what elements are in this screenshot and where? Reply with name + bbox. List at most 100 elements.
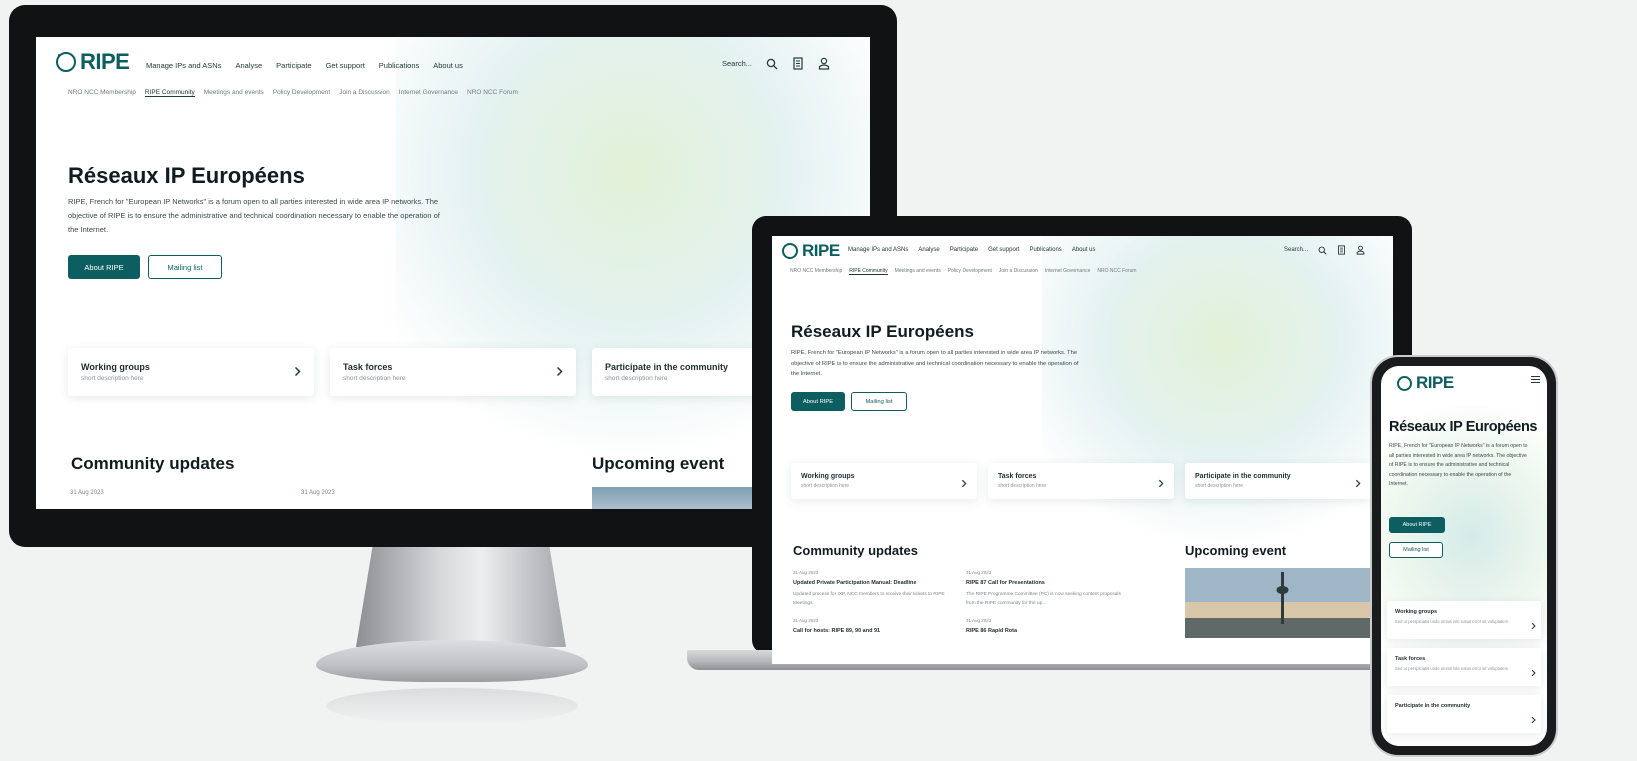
ripe-logo-mark-icon	[1397, 375, 1412, 391]
mailing-list-button[interactable]: Mailing list	[1389, 542, 1443, 558]
sub-nav: NRO NCC Membership RIPE Community Meetin…	[68, 89, 518, 97]
ripe-logo-text: RIPE	[802, 241, 840, 260]
subnav-item-community[interactable]: RIPE Community	[849, 268, 888, 275]
chevron-right-icon	[961, 475, 967, 493]
sub-nav: NRO NCC Membership RIPE Community Meetin…	[790, 268, 1137, 275]
nav-item-analyse[interactable]: Analyse	[235, 61, 262, 70]
about-ripe-button[interactable]: About RIPE	[68, 255, 140, 279]
monitor-stand	[356, 545, 566, 647]
card-task-forces[interactable]: Task forces short description here	[988, 463, 1174, 499]
card-subtitle: short description here	[801, 483, 850, 489]
nav-item-publications[interactable]: Publications	[1029, 247, 1061, 253]
subnav-item-forum[interactable]: NRO NCC Forum	[467, 89, 518, 97]
ripe-logo-mark-icon	[56, 52, 76, 72]
news-date: 31 Aug 2023	[793, 618, 819, 623]
community-updates-title: Community updates	[71, 454, 235, 473]
ripe-logo[interactable]: RIPE	[782, 241, 840, 261]
news-title[interactable]: RIPE 87 Call for Presentations	[966, 580, 1045, 586]
ripe-logo-text: RIPE	[1416, 373, 1454, 392]
list-icon[interactable]	[1337, 245, 1346, 255]
utility-bar: Search...	[722, 57, 830, 70]
event-image[interactable]	[1185, 568, 1370, 638]
card-subtitle: short description here	[81, 375, 144, 382]
nav-item-participate[interactable]: Participate	[950, 247, 978, 253]
hero-title: Réseaux IP Européens	[791, 322, 974, 341]
hamburger-icon[interactable]	[1531, 376, 1540, 383]
news-date: 31 Aug 2023	[966, 570, 992, 575]
subnav-item-policy[interactable]: Policy Development	[948, 268, 992, 275]
news-title[interactable]: Updated Private Participation Manual: De…	[793, 580, 916, 586]
nav-item-about[interactable]: About us	[433, 61, 463, 70]
news-title[interactable]: Call for hosts: RIPE 89, 90 and 91	[793, 628, 880, 634]
card-title: Working groups	[1395, 609, 1438, 615]
card-participate[interactable]: Participate in the community short descr…	[1185, 463, 1371, 499]
mailing-list-button[interactable]: Mailing list	[851, 392, 907, 411]
nav-item-analyse[interactable]: Analyse	[918, 247, 939, 253]
news-summary: Updated process for IXP, NCC members to …	[793, 592, 945, 606]
news-title[interactable]: RIPE 86 Rapid Rota	[966, 628, 1017, 634]
tv-tower-graphic	[1185, 568, 1370, 638]
phone-card-working-groups[interactable]: Working groups Sed ut perspiciatis unde …	[1387, 601, 1541, 639]
subnav-item-meetings[interactable]: Meetings and events	[895, 268, 941, 275]
nav-item-manage[interactable]: Manage IPs and ASNs	[146, 61, 221, 70]
chevron-right-icon	[1355, 475, 1361, 493]
search-icon[interactable]	[766, 58, 778, 70]
news-date: 31 Aug 2023	[793, 570, 819, 575]
subnav-item-membership[interactable]: NRO NCC Membership	[790, 268, 842, 275]
upcoming-event-title: Upcoming event	[592, 454, 725, 473]
ripe-logo[interactable]: RIPE	[56, 49, 130, 75]
user-icon[interactable]	[1356, 245, 1365, 255]
phone-card-participate[interactable]: Participate in the community	[1387, 695, 1541, 733]
card-task-forces[interactable]: Task forces short description here	[330, 348, 576, 396]
monitor-base	[316, 640, 588, 682]
ripe-logo-mark-icon	[782, 243, 798, 259]
about-ripe-button[interactable]: About RIPE	[791, 392, 845, 411]
subnav-item-meetings[interactable]: Meetings and events	[204, 89, 264, 97]
news-date: 31 Aug 2023	[301, 490, 335, 496]
device-mockup-stage: RIPE Manage IPs and ASNs Analyse Partici…	[0, 0, 1637, 761]
chevron-right-icon	[556, 364, 563, 382]
subnav-item-community[interactable]: RIPE Community	[144, 89, 195, 97]
card-working-groups[interactable]: Working groups short description here	[791, 463, 977, 499]
subnav-item-discussion[interactable]: Join a Discussion	[339, 89, 390, 97]
card-title: Participate in the community	[1395, 703, 1471, 709]
nav-item-manage[interactable]: Manage IPs and ASNs	[848, 247, 908, 253]
card-subtitle: short description here	[998, 483, 1047, 489]
card-subtitle: short description here	[343, 375, 406, 382]
card-working-groups[interactable]: Working groups short description here	[68, 348, 314, 396]
subnav-item-policy[interactable]: Policy Development	[273, 89, 330, 97]
list-icon[interactable]	[792, 57, 804, 70]
news-summary: The RIPE Programme Committee (PC) is now…	[966, 592, 1121, 606]
main-nav: Manage IPs and ASNs Analyse Participate …	[848, 247, 1096, 253]
monitor-screen: RIPE Manage IPs and ASNs Analyse Partici…	[36, 37, 870, 509]
community-updates-title: Community updates	[793, 543, 918, 558]
user-icon[interactable]	[818, 57, 830, 70]
card-title: Task forces	[998, 473, 1037, 480]
card-title: Task forces	[1395, 656, 1426, 662]
subnav-item-governance[interactable]: Internet Governance	[1045, 268, 1091, 275]
subnav-item-membership[interactable]: NRO NCC Membership	[68, 89, 136, 97]
chevron-right-icon	[1531, 617, 1536, 635]
card-subtitle: short description here	[605, 375, 668, 382]
hero-title: Réseaux IP Européens	[68, 163, 305, 188]
nav-item-about[interactable]: About us	[1072, 247, 1096, 253]
chevron-right-icon	[294, 364, 301, 382]
phone-card-task-forces[interactable]: Task forces Sed ut perspiciatis unde omn…	[1387, 648, 1541, 686]
nav-item-support[interactable]: Get support	[326, 61, 365, 70]
subnav-item-discussion[interactable]: Join a Discussion	[999, 268, 1038, 275]
search-icon[interactable]	[1318, 246, 1327, 255]
about-ripe-button[interactable]: About RIPE	[1389, 517, 1445, 533]
nav-item-participate[interactable]: Participate	[276, 61, 311, 70]
utility-bar: Search...	[1284, 245, 1365, 255]
card-title: Participate in the community	[605, 362, 729, 372]
mailing-list-button[interactable]: Mailing list	[148, 255, 222, 279]
subnav-item-governance[interactable]: Internet Governance	[399, 89, 458, 97]
upcoming-event-title: Upcoming event	[1185, 543, 1287, 558]
subnav-item-forum[interactable]: NRO NCC Forum	[1097, 268, 1136, 275]
search-label[interactable]: Search...	[722, 59, 752, 68]
ripe-logo[interactable]: RIPE	[1397, 373, 1454, 393]
card-subtitle: short description here	[1195, 483, 1244, 489]
nav-item-support[interactable]: Get support	[988, 247, 1019, 253]
search-label[interactable]: Search...	[1284, 247, 1308, 253]
nav-item-publications[interactable]: Publications	[379, 61, 419, 70]
